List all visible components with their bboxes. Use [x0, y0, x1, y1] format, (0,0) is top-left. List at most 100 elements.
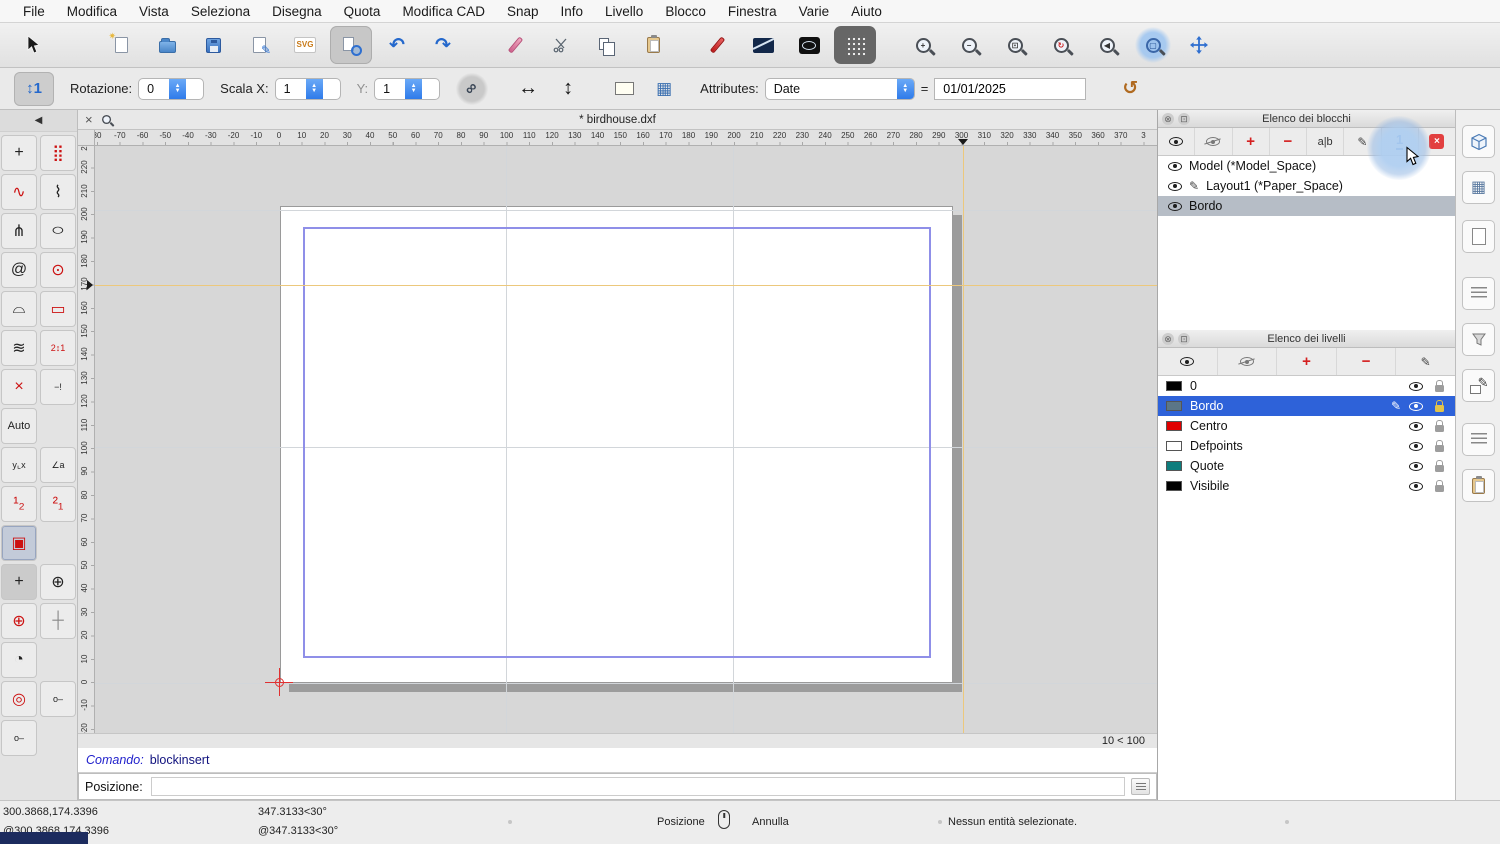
lock-icon[interactable]: [1435, 400, 1444, 412]
tool-angle[interactable]: ∠a: [40, 447, 76, 483]
undo-button[interactable]: ↶: [376, 26, 418, 64]
grid-toggle-button[interactable]: [834, 26, 876, 64]
stepper-icon[interactable]: ▲ ▼: [896, 78, 914, 99]
layers-hide-all-button[interactable]: [1218, 348, 1278, 375]
tool-circle-center[interactable]: ⊙: [40, 252, 76, 288]
menu-aiuto[interactable]: Aiuto: [840, 4, 893, 19]
dock-library-button[interactable]: [1462, 125, 1495, 158]
tool-polyline-points[interactable]: ⌇: [40, 174, 76, 210]
tool-relative-zero[interactable]: o–: [1, 720, 37, 756]
menu-blocco[interactable]: Blocco: [654, 4, 717, 19]
tool-divide[interactable]: −!: [40, 369, 76, 405]
command-row[interactable]: Comando: blockinsert: [78, 748, 1157, 773]
paper-space-button[interactable]: [604, 72, 644, 106]
console-options-button[interactable]: [1131, 778, 1150, 795]
export-svg-button[interactable]: SVG: [284, 26, 326, 64]
layers-show-all-button[interactable]: [1158, 348, 1218, 375]
cut-button[interactable]: [540, 26, 582, 64]
lock-icon[interactable]: [1435, 460, 1444, 472]
lock-icon[interactable]: [1435, 440, 1444, 452]
tool-arc-tangent[interactable]: ⌓: [1, 291, 37, 327]
menu-modifica-cad[interactable]: Modifica CAD: [391, 4, 496, 19]
menu-livello[interactable]: Livello: [594, 4, 654, 19]
layer-row-quote[interactable]: Quote: [1158, 456, 1455, 476]
menu-info[interactable]: Info: [550, 4, 595, 19]
pan-button[interactable]: [1178, 26, 1220, 64]
zoom-previous-button[interactable]: ◀: [1086, 26, 1128, 64]
paste-button[interactable]: [632, 26, 674, 64]
blocks-remove-button[interactable]: −: [1270, 128, 1307, 155]
tool-cross-break[interactable]: ×: [1, 369, 37, 405]
dock-clipboard-button[interactable]: [1462, 469, 1495, 502]
dock-layout-button[interactable]: [1462, 220, 1495, 253]
zoom-auto-button[interactable]: ⊡: [994, 26, 1036, 64]
tool-snap-distance[interactable]: ◎: [1, 681, 37, 717]
draw-pen-button[interactable]: [696, 26, 738, 64]
layer-row-defpoints[interactable]: Defpoints: [1158, 436, 1455, 456]
restore-defaults-button[interactable]: ↺: [1110, 72, 1150, 106]
position-input[interactable]: [150, 777, 1125, 796]
tool-scale-2-1[interactable]: 2↕1: [40, 330, 76, 366]
rotation-combo[interactable]: 0 ▲ ▼: [138, 77, 205, 100]
ellipse-style-button[interactable]: [788, 26, 830, 64]
menu-file[interactable]: File: [12, 4, 56, 19]
eye-open-icon[interactable]: [1409, 401, 1423, 411]
tool-snap-grid[interactable]: ⊕: [40, 564, 76, 600]
menu-finestra[interactable]: Finestra: [717, 4, 788, 19]
stepper-icon[interactable]: ▲ ▼: [405, 78, 423, 99]
layer-row-0[interactable]: 0: [1158, 376, 1455, 396]
tool-point[interactable]: +: [1, 135, 37, 171]
tool-order-2-1[interactable]: ²₁: [40, 486, 76, 522]
edit-document-button[interactable]: ✎: [238, 26, 280, 64]
blocks-edit-button[interactable]: ✎: [1344, 128, 1382, 155]
lock-icon[interactable]: [1435, 480, 1444, 492]
lock-icon[interactable]: [1435, 380, 1444, 392]
drawing-canvas[interactable]: [95, 146, 1157, 733]
dock-block-list-button[interactable]: [1462, 277, 1495, 310]
tab-close-button[interactable]: ×: [85, 113, 93, 126]
layers-modify-button[interactable]: ✎: [1396, 348, 1455, 375]
stepper-icon[interactable]: ▲ ▼: [169, 78, 187, 99]
blocks-delete-button[interactable]: ×: [1419, 128, 1455, 155]
tool-order-1-2[interactable]: ¹₂: [1, 486, 37, 522]
dock-edit-button[interactable]: ✎: [1462, 369, 1495, 402]
dock-collapse-button[interactable]: ◀: [0, 110, 77, 132]
tool-snap-angle[interactable]: ◔: [1, 642, 37, 678]
new-file-button[interactable]: ✷: [100, 26, 142, 64]
eye-open-icon[interactable]: [1168, 201, 1182, 211]
attribute-value-input[interactable]: [934, 77, 1087, 100]
select-pointer-button[interactable]: [12, 26, 54, 64]
tool-ellipse-point[interactable]: ○: [40, 213, 76, 249]
redo-button[interactable]: ↷: [422, 26, 464, 64]
menu-snap[interactable]: Snap: [496, 4, 550, 19]
zoom-in-button[interactable]: +: [902, 26, 944, 64]
tool-spiral[interactable]: @: [1, 252, 37, 288]
border-rectangle-entity[interactable]: [303, 227, 931, 658]
flip-vertical-button[interactable]: ↕: [548, 72, 588, 106]
tool-auto[interactable]: Auto: [1, 408, 37, 444]
eye-open-icon[interactable]: [1409, 381, 1423, 391]
eye-open-icon[interactable]: [1409, 441, 1423, 451]
zoom-out-button[interactable]: −: [948, 26, 990, 64]
line-style-button[interactable]: [742, 26, 784, 64]
array-insert-button[interactable]: ▦: [644, 72, 684, 106]
menu-varie[interactable]: Varie: [788, 4, 841, 19]
save-button[interactable]: [192, 26, 234, 64]
eye-open-icon[interactable]: [1168, 181, 1182, 191]
panel-close-button[interactable]: ⊗: [1162, 333, 1174, 345]
panel-float-button[interactable]: ⊡: [1178, 113, 1190, 125]
layers-add-button[interactable]: +: [1277, 348, 1337, 375]
menu-disegna[interactable]: Disegna: [261, 4, 333, 19]
copy-button[interactable]: [586, 26, 628, 64]
menu-seleziona[interactable]: Seleziona: [180, 4, 261, 19]
eye-open-icon[interactable]: [1409, 481, 1423, 491]
active-tool-button[interactable]: ↕1: [14, 71, 54, 106]
blocks-rename-button[interactable]: a|b: [1307, 128, 1345, 155]
eye-open-icon[interactable]: [1168, 161, 1182, 171]
panel-float-button[interactable]: ⊡: [1178, 333, 1190, 345]
tool-point-grid[interactable]: ⣿: [40, 135, 76, 171]
dock-views-button[interactable]: ▦: [1462, 171, 1495, 204]
blocks-hide-all-button[interactable]: [1195, 128, 1233, 155]
layer-row-visibile[interactable]: Visibile: [1158, 476, 1455, 496]
dock-lists-button[interactable]: [1462, 423, 1495, 456]
